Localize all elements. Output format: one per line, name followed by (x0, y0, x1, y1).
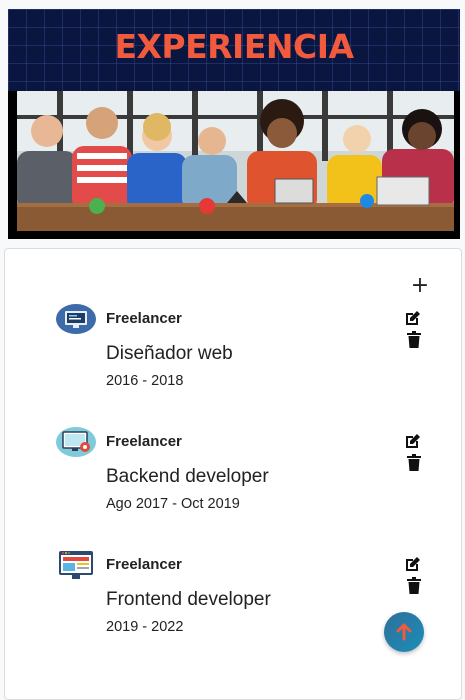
experience-dates: 2019 - 2022 (106, 619, 184, 635)
item-actions (404, 556, 442, 594)
edit-icon[interactable] (404, 433, 421, 454)
scroll-to-top-button[interactable] (384, 612, 424, 652)
position-title: Diseñador web (106, 343, 233, 364)
add-experience-button[interactable]: + (408, 274, 432, 298)
banner-header: EXPERIENCIA (8, 9, 460, 91)
position-title: Frontend developer (106, 589, 271, 610)
experience-item: Freelancer Diseñador web 2016 - 2018 (0, 303, 465, 403)
banner-title: EXPERIENCIA (114, 27, 354, 66)
position-title: Backend developer (106, 466, 269, 487)
experience-dates: 2016 - 2018 (106, 373, 184, 389)
edit-icon[interactable] (404, 556, 421, 577)
company-name: Freelancer (106, 310, 182, 327)
monitor-code-logo (56, 304, 96, 334)
edit-icon[interactable] (404, 310, 421, 331)
arrow-up-icon (396, 623, 412, 641)
item-actions (404, 433, 442, 471)
trash-icon[interactable] (407, 454, 421, 475)
experience-banner: EXPERIENCIA (8, 9, 460, 239)
company-name: Freelancer (106, 556, 182, 573)
trash-icon[interactable] (407, 577, 421, 598)
experience-dates: Ago 2017 - Oct 2019 (106, 496, 240, 512)
item-actions (404, 310, 442, 348)
browser-window-logo (59, 551, 93, 579)
banner-photo (17, 91, 454, 231)
company-name: Freelancer (106, 433, 182, 450)
experience-item: Freelancer Backend developer Ago 2017 - … (0, 426, 465, 526)
computer-gear-logo (56, 427, 96, 457)
plus-icon[interactable]: + (411, 273, 429, 298)
trash-icon[interactable] (407, 331, 421, 352)
